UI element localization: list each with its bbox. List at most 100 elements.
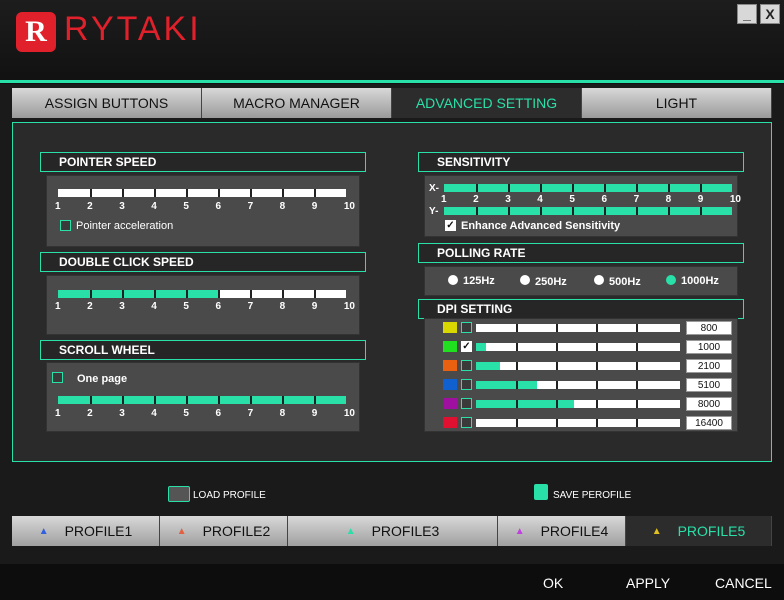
pointer-speed-tick-label: 9: [311, 201, 318, 212]
polling-250-radio[interactable]: [520, 275, 530, 285]
polling-1000-radio[interactable]: [666, 275, 676, 285]
polling-125-radio[interactable]: [448, 275, 458, 285]
profile3-label: PROFILE3: [371, 523, 440, 539]
scroll-wheel-tick-mark: [122, 396, 124, 404]
sensitivity-tick-label: 6: [601, 194, 608, 205]
dpi-tick-mark: [516, 419, 518, 427]
double-click-tick-mark: [218, 290, 220, 298]
scroll-wheel-tick-label: 1: [55, 408, 61, 419]
dpi-level-slider[interactable]: [476, 362, 680, 370]
dpi-level-checkbox[interactable]: [461, 417, 472, 428]
dpi-value-input[interactable]: 1000: [686, 340, 732, 354]
tab-profile2[interactable]: ▲ PROFILE2: [160, 516, 288, 546]
enhance-sensitivity-checkbox[interactable]: ✓: [445, 220, 456, 231]
apply-button[interactable]: APPLY: [626, 575, 670, 591]
dpi-color-swatch[interactable]: [443, 379, 457, 390]
dpi-level-checkbox[interactable]: [461, 360, 472, 371]
scroll-wheel-tick-label: 5: [183, 408, 189, 419]
close-button[interactable]: X: [760, 4, 780, 24]
double-click-tick-label: 4: [151, 301, 157, 312]
double-click-tick-label: 9: [311, 301, 318, 312]
dpi-color-swatch[interactable]: [443, 360, 457, 371]
cancel-button[interactable]: CANCEL: [715, 575, 772, 591]
tab-macro-manager[interactable]: MACRO MANAGER: [202, 88, 392, 118]
double-click-speed-tick-labels: 1 2 3 4 5 6 7 8 9 10: [55, 301, 355, 312]
pointer-speed-tick-mark: [282, 189, 284, 197]
dpi-value-input[interactable]: 16400: [686, 416, 732, 430]
pointer-speed-slider[interactable]: [58, 189, 346, 197]
dpi-tick-mark: [636, 419, 638, 427]
dpi-level-slider[interactable]: [476, 381, 680, 389]
double-click-tick-mark: [122, 290, 124, 298]
dpi-level-checkbox[interactable]: [461, 379, 472, 390]
tab-profile1[interactable]: ▲ PROFILE1: [12, 516, 160, 546]
pointer-speed-tick-label: 7: [247, 201, 254, 212]
sensitivity-x-fill: [444, 184, 732, 192]
double-click-tick-mark: [314, 290, 316, 298]
double-click-tick-mark: [186, 290, 188, 298]
x-axis-label: X-: [429, 183, 439, 194]
dpi-tick-mark: [596, 343, 598, 351]
dpi-tick-mark: [596, 381, 598, 389]
dpi-tick-mark: [556, 362, 558, 370]
double-click-tick-mark: [90, 290, 92, 298]
dpi-level-checkbox[interactable]: ✓: [461, 341, 472, 352]
sensitivity-y-tick-mark: [636, 207, 638, 215]
pointer-speed-tick-mark: [122, 189, 124, 197]
dpi-level-slider[interactable]: [476, 343, 680, 351]
tab-profile5[interactable]: ▲ PROFILE5: [626, 516, 772, 546]
dpi-level-fill: [476, 343, 487, 351]
tab-profile4[interactable]: ▲ PROFILE4: [498, 516, 626, 546]
dpi-level-slider[interactable]: [476, 419, 680, 427]
minimize-button[interactable]: _: [737, 4, 757, 24]
dpi-color-swatch[interactable]: [443, 398, 457, 409]
ok-button[interactable]: OK: [543, 575, 563, 591]
double-click-speed-slider[interactable]: [58, 290, 346, 298]
dpi-value-input[interactable]: 800: [686, 321, 732, 335]
sensitivity-y-slider[interactable]: [444, 207, 732, 215]
dpi-level-slider[interactable]: [476, 400, 680, 408]
sensitivity-x-slider[interactable]: [444, 184, 732, 192]
one-page-checkbox[interactable]: [52, 372, 63, 383]
pointer-speed-tick-mark: [218, 189, 220, 197]
sensitivity-y-tick-mark: [604, 207, 606, 215]
scroll-wheel-fill: [58, 396, 346, 404]
tab-advanced-setting[interactable]: ADVANCED SETTING: [392, 88, 582, 118]
dpi-tick-mark: [516, 324, 518, 332]
dpi-value-input[interactable]: 8000: [686, 397, 732, 411]
dpi-tick-mark: [596, 362, 598, 370]
dpi-color-swatch[interactable]: [443, 417, 457, 428]
sensitivity-y-tick-mark: [700, 207, 702, 215]
polling-1000-label: 1000Hz: [681, 275, 719, 287]
load-profile-button[interactable]: LOAD PROFILE: [193, 490, 266, 501]
scroll-wheel-tick-mark: [90, 396, 92, 404]
double-click-tick-label: 10: [343, 301, 355, 312]
scroll-wheel-tick-mark: [314, 396, 316, 404]
dpi-level-checkbox[interactable]: [461, 398, 472, 409]
dpi-tick-mark: [636, 362, 638, 370]
tab-profile3[interactable]: ▲ PROFILE3: [288, 516, 498, 546]
dpi-value-input[interactable]: 2100: [686, 359, 732, 373]
dpi-value-input[interactable]: 5100: [686, 378, 732, 392]
folder-icon: [168, 486, 190, 502]
save-profile-button[interactable]: SAVE PEROFILE: [553, 490, 631, 501]
pointer-acceleration-checkbox[interactable]: [60, 220, 71, 231]
scroll-wheel-slider[interactable]: [58, 396, 346, 404]
dpi-tick-mark: [556, 381, 558, 389]
profile5-label: PROFILE5: [677, 523, 746, 539]
double-click-tick-mark: [250, 290, 252, 298]
scroll-wheel-tick-label: 6: [215, 408, 222, 419]
dpi-tick-mark: [636, 343, 638, 351]
logo-letter: R: [25, 15, 47, 48]
polling-500-radio[interactable]: [594, 275, 604, 285]
tab-light[interactable]: LIGHT: [582, 88, 772, 118]
dpi-tick-mark: [636, 324, 638, 332]
dpi-setting-header: DPI SETTING: [418, 299, 744, 319]
dpi-color-swatch[interactable]: [443, 322, 457, 333]
sensitivity-tick-mark: [540, 184, 542, 192]
dpi-level-fill: [476, 362, 501, 370]
dpi-level-checkbox[interactable]: [461, 322, 472, 333]
tab-assign-buttons[interactable]: ASSIGN BUTTONS: [12, 88, 202, 118]
dpi-level-slider[interactable]: [476, 324, 680, 332]
dpi-color-swatch[interactable]: [443, 341, 457, 352]
